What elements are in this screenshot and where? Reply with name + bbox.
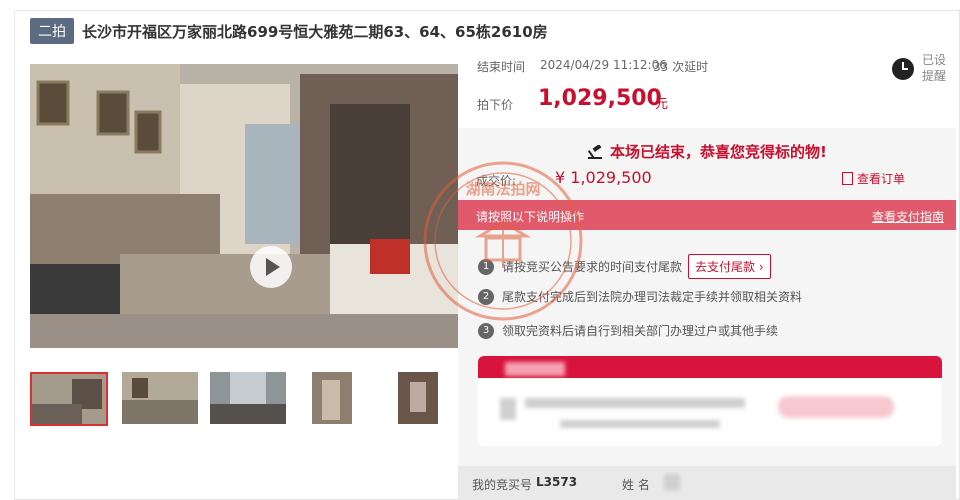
gavel-icon	[588, 144, 602, 159]
reminder-label: 已设提醒	[922, 53, 947, 83]
title-row: 二拍 长沙市开福区万家丽北路699号恒大雅苑二期63、64、65栋2610房	[30, 18, 548, 44]
deal-price: ¥ 1,029,500	[555, 168, 652, 187]
instruction-text: 请按照以下说明操作	[476, 210, 585, 224]
bidder-number: L3573	[536, 475, 578, 489]
document-icon	[842, 172, 853, 185]
result-headline-text: 本场已结束，恭喜您竞得标的物!	[610, 143, 827, 161]
redacted-button	[778, 396, 894, 418]
round-badge: 二拍	[30, 18, 74, 44]
redacted-info-2	[560, 420, 720, 428]
delay-count: 33 次延时	[653, 60, 709, 74]
thumbnail-1[interactable]	[30, 372, 108, 426]
step-text: 请按竞买公告要求的时间支付尾款	[502, 260, 683, 274]
page-title: 长沙市开福区万家丽北路699号恒大雅苑二期63、64、65栋2610房	[82, 22, 548, 41]
step-number: 3	[478, 322, 494, 339]
pay-balance-button[interactable]: 去支付尾款 ›	[688, 254, 771, 279]
thumbnail-2[interactable]	[122, 372, 198, 424]
step-text: 尾款支付完成后到法院办理司法裁定手续并领取相关资料	[502, 290, 803, 304]
bidder-name-label: 姓 名	[622, 478, 650, 492]
step-number: 1	[478, 258, 494, 275]
step-number: 2	[478, 288, 494, 305]
payment-guide-link[interactable]: 查看支付指南	[872, 208, 944, 225]
step-3: 3 领取完资料后请自行到相关部门办理过户或其他手续	[478, 322, 778, 339]
redacted-name	[664, 474, 680, 490]
redacted-avatar	[500, 398, 516, 420]
result-headline: 本场已结束，恭喜您竞得标的物!	[588, 141, 827, 162]
thumbnail-5[interactable]	[384, 372, 460, 424]
play-video-button[interactable]	[250, 246, 292, 288]
final-price: 1,029,500	[538, 86, 662, 111]
bidder-number-label: 我的竞买号	[472, 478, 533, 492]
reminder-button[interactable]: 已设提醒	[884, 48, 954, 92]
redacted-title	[505, 362, 565, 376]
view-order-label: 查看订单	[857, 172, 906, 186]
main-photo[interactable]	[30, 64, 458, 348]
alarm-clock-icon	[892, 58, 914, 80]
price-label: 拍下价	[477, 98, 514, 112]
end-time-label: 结束时间	[477, 60, 526, 74]
play-icon	[266, 258, 280, 276]
step-text: 领取完资料后请自行到相关部门办理过户或其他手续	[502, 324, 779, 338]
deal-price-label: 成交价:	[476, 174, 517, 188]
view-order-link[interactable]: 查看订单	[842, 170, 905, 187]
price-unit: 元	[655, 97, 669, 112]
bidder-row	[458, 466, 956, 500]
end-time-value: 2024/04/29 11:12:06	[540, 58, 667, 72]
thumbnail-4[interactable]	[296, 372, 372, 424]
thumbnail-3[interactable]	[210, 372, 286, 424]
redacted-info-1	[525, 398, 745, 408]
step-1: 1 请按竞买公告要求的时间支付尾款 去支付尾款 ›	[478, 254, 771, 279]
step-2: 2 尾款支付完成后到法院办理司法裁定手续并领取相关资料	[478, 288, 802, 305]
